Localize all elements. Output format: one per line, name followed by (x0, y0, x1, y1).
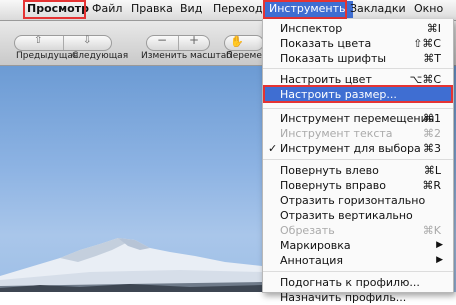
previous-label: Предыдущая (16, 51, 79, 61)
checkmark-icon: ✓ (268, 142, 278, 155)
shortcut-label: ⇧⌘C (413, 37, 441, 50)
menu-item-label: Инспектор (280, 22, 343, 35)
menu-item-label: Маркировка (280, 239, 351, 252)
menu-item-label: Повернуть влево (280, 164, 379, 177)
shortcut-label: ⌘2 (423, 127, 441, 140)
menu-item-label: Настроить цвет (280, 73, 372, 86)
menu-go[interactable]: Переход (213, 2, 263, 15)
next-label: Следующая (72, 51, 129, 61)
menu-item-label: Инструмент текста (280, 127, 393, 140)
shortcut-label: ⌘T (423, 52, 441, 65)
shortcut-label: ⌥⌘C (409, 73, 441, 86)
down-arrow-icon: ⇩ (83, 35, 92, 46)
submenu-arrow-icon: ▶ (436, 255, 443, 265)
menu-item-label: Повернуть вправо (280, 179, 386, 192)
menu-item-adjust-color[interactable]: Настроить цвет ⌥⌘C (263, 72, 453, 87)
menu-item-label: Показать цвета (280, 37, 372, 50)
menu-item-rotate-left[interactable]: Повернуть влево ⌘L (263, 163, 453, 178)
menu-separator (263, 108, 453, 109)
menu-bookmarks[interactable]: Закладки (350, 2, 406, 15)
menu-display[interactable]: Вид (180, 2, 202, 15)
menu-edit[interactable]: Правка (131, 2, 173, 15)
zoom-in-button[interactable]: + (178, 33, 210, 51)
submenu-arrow-icon: ▶ (436, 240, 443, 250)
plus-icon: + (189, 33, 200, 47)
zoom-out-button[interactable]: − (146, 33, 177, 51)
menu-item-label: Аннотация (280, 254, 344, 267)
menu-item-markup[interactable]: Маркировка ▶ (263, 238, 453, 253)
shortcut-label: ⌘I (426, 22, 441, 35)
menu-separator (263, 68, 453, 69)
menu-item-flip-horizontal[interactable]: Отразить горизонтально (263, 193, 453, 208)
menu-item-label: Настроить размер... (280, 88, 397, 101)
tools-dropdown-menu: Инспектор ⌘I Показать цвета ⇧⌘C Показать… (262, 19, 454, 304)
shortcut-label: ⌘3 (423, 142, 441, 155)
menu-item-text-tool: Инструмент текста ⌘2 (263, 126, 453, 141)
menu-item-label: Показать шрифты (280, 52, 387, 65)
move-tool-button[interactable]: ✋ (224, 35, 264, 51)
previous-button[interactable]: ⇧ (14, 35, 63, 51)
menu-item-select-tool[interactable]: ✓ Инструмент для выбора ⌘3 (263, 141, 453, 156)
menu-item-rotate-right[interactable]: Повернуть вправо ⌘R (263, 178, 453, 193)
up-arrow-icon: ⇧ (34, 35, 43, 46)
shortcut-label: ⌘L (423, 164, 441, 177)
menu-item-label: Отразить вертикально (280, 209, 413, 222)
menu-item-adjust-size[interactable]: Настроить размер... (263, 87, 453, 102)
shortcut-label: ⌘1 (423, 112, 441, 125)
menu-item-assign-profile[interactable]: Назначить профиль... (263, 290, 453, 305)
menu-window[interactable]: Окно (414, 2, 443, 15)
menu-file[interactable]: Файл (92, 2, 122, 15)
menu-item-label: Инструмент перемещения (280, 112, 435, 125)
menu-item-inspector[interactable]: Инспектор ⌘I (263, 21, 453, 36)
menu-item-show-colors[interactable]: Показать цвета ⇧⌘C (263, 36, 453, 51)
menu-item-show-fonts[interactable]: Показать шрифты ⌘T (263, 51, 453, 66)
menu-item-label: Назначить профиль... (280, 291, 407, 304)
shortcut-label: ⌘R (422, 179, 441, 192)
menu-view[interactable]: Просмотр (27, 2, 89, 15)
menu-item-annotate[interactable]: Аннотация ▶ (263, 253, 453, 268)
menu-separator (263, 271, 453, 272)
menu-item-crop: Обрезать ⌘K (263, 223, 453, 238)
menu-item-label: Отразить горизонтально (280, 194, 426, 207)
minus-icon: − (157, 33, 168, 47)
menu-item-label: Инструмент для выбора (280, 142, 421, 155)
menu-item-label: Подогнать к профилю... (280, 276, 420, 289)
menu-tools[interactable]: Инструменты (264, 1, 353, 18)
menu-item-label: Обрезать (280, 224, 335, 237)
menu-item-flip-vertical[interactable]: Отразить вертикально (263, 208, 453, 223)
menu-separator (263, 159, 453, 160)
zoom-label: Изменить масштаб (141, 51, 232, 61)
menu-bar: Просмотр Файл Правка Вид Переход Инструм… (0, 0, 456, 21)
next-button[interactable]: ⇩ (63, 35, 112, 51)
hand-icon: ✋ (230, 35, 244, 48)
menu-item-match-profile[interactable]: Подогнать к профилю... (263, 275, 453, 290)
shortcut-label: ⌘K (422, 224, 441, 237)
menu-item-move-tool[interactable]: Инструмент перемещения ⌘1 (263, 111, 453, 126)
